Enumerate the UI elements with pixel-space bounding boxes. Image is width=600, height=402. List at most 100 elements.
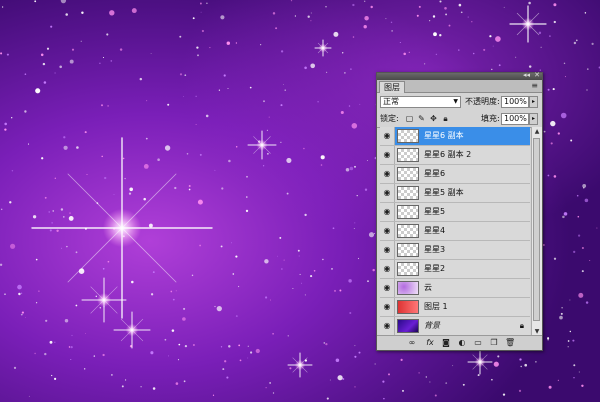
star-dot <box>174 186 177 190</box>
opacity-input[interactable]: 100% <box>501 96 529 108</box>
visibility-eye-icon[interactable]: ◉ <box>380 127 395 145</box>
star-dot <box>354 165 356 168</box>
layer-style-fx-icon[interactable]: fx <box>425 338 435 348</box>
star-dot <box>277 255 278 257</box>
visibility-eye-icon[interactable]: ◉ <box>380 317 395 335</box>
star-dot <box>179 35 182 38</box>
fill-slider-arrow-icon[interactable]: ▸ <box>529 113 538 125</box>
star-dot <box>342 52 344 54</box>
collapse-icon[interactable]: ◂◂ <box>523 71 530 80</box>
star-dot <box>483 48 486 51</box>
blend-mode-select[interactable]: 正常 ▼ <box>380 96 461 108</box>
fill-input[interactable]: 100% <box>501 113 529 125</box>
visibility-eye-icon[interactable]: ◉ <box>380 279 395 297</box>
star-dot <box>348 105 351 107</box>
star-dot <box>99 62 101 65</box>
star-dot <box>95 295 98 298</box>
star-dot <box>458 49 460 51</box>
star-dot <box>192 17 195 20</box>
star-dot <box>113 193 115 196</box>
star-dot <box>575 39 578 42</box>
layer-thumbnail <box>397 319 419 333</box>
star-dot <box>49 340 53 344</box>
lock-position-move-icon[interactable]: ✥ <box>429 114 438 123</box>
layer-row[interactable]: ◉ 星星6 <box>380 165 530 184</box>
star-dot <box>444 7 447 10</box>
star-dot <box>24 110 27 113</box>
layer-row[interactable]: ◉ 背景 🔒︎ <box>380 317 530 336</box>
star-dot <box>167 355 170 357</box>
star-dot <box>557 379 560 382</box>
layer-thumbnail <box>397 281 419 295</box>
lock-all-padlock-icon[interactable]: 🔒︎ <box>441 114 450 123</box>
star-dot <box>125 379 127 381</box>
star-dot <box>518 389 522 393</box>
star-dot <box>230 242 233 244</box>
star-dot <box>246 175 248 178</box>
star-dot <box>51 222 53 224</box>
star-dot <box>553 175 557 178</box>
delete-layer-trash-icon[interactable]: 🗑︎ <box>505 338 515 348</box>
layer-row[interactable]: ◉ 星星6 副本 <box>380 127 530 146</box>
layers-scrollbar[interactable]: ▲ ▼ <box>531 127 542 337</box>
visibility-eye-icon[interactable]: ◉ <box>380 298 395 316</box>
layer-row[interactable]: ◉ 星星5 <box>380 203 530 222</box>
opacity-slider-arrow-icon[interactable]: ▸ <box>529 96 538 108</box>
layer-row[interactable]: ◉ 星星4 <box>380 222 530 241</box>
star-dot <box>235 315 238 318</box>
visibility-eye-icon[interactable]: ◉ <box>380 241 395 259</box>
star-dot <box>385 18 387 20</box>
star-dot <box>1 6 4 8</box>
adjustment-layer-icon[interactable]: ◐ <box>457 338 467 348</box>
layer-row[interactable]: ◉ 图层 1 <box>380 298 530 317</box>
layer-name: 星星6 副本 2 <box>424 150 472 159</box>
star-dot <box>560 312 563 315</box>
panel-menu-icon[interactable]: ≡ <box>531 80 538 92</box>
layer-row[interactable]: ◉ 星星6 副本 2 <box>380 146 530 165</box>
visibility-eye-icon[interactable]: ◉ <box>380 184 395 202</box>
scrollbar-thumb[interactable] <box>533 138 540 321</box>
panel-title-bar[interactable]: ◂◂ ✕ <box>377 71 542 80</box>
layer-thumbnail <box>397 167 419 181</box>
star-dot <box>547 339 549 341</box>
star-dot <box>495 36 501 42</box>
star-dot <box>44 352 47 356</box>
star-dot <box>63 145 68 150</box>
visibility-eye-icon[interactable]: ◉ <box>380 203 395 221</box>
visibility-eye-icon[interactable]: ◉ <box>380 165 395 183</box>
layer-row[interactable]: ◉ 星星5 副本 <box>380 184 530 203</box>
lock-image-pixels-brush-icon[interactable]: ✎ <box>417 114 426 123</box>
visibility-eye-icon[interactable]: ◉ <box>380 222 395 240</box>
star-dot <box>44 196 47 199</box>
star-dot <box>266 129 268 131</box>
lock-transparent-pixels-icon[interactable]: ▢ <box>405 114 414 123</box>
scroll-up-arrow-icon[interactable]: ▲ <box>532 127 542 137</box>
star-dot <box>109 10 115 16</box>
star-dot <box>182 317 186 321</box>
link-layers-icon[interactable]: ∞ <box>407 338 417 348</box>
add-mask-icon[interactable]: ◙ <box>441 338 451 348</box>
star-dot <box>340 110 344 115</box>
new-group-folder-icon[interactable]: ▭ <box>473 338 483 348</box>
visibility-eye-icon[interactable]: ◉ <box>380 146 395 164</box>
star-dot <box>561 307 563 309</box>
new-layer-icon[interactable]: ❐ <box>489 338 499 348</box>
layer-row[interactable]: ◉ 星星2 <box>380 260 530 279</box>
star-dot <box>110 60 113 62</box>
star-dot <box>489 35 492 38</box>
layer-row[interactable]: ◉ 云 <box>380 279 530 298</box>
star-dot <box>310 275 313 278</box>
star-dot <box>93 355 96 357</box>
star-dot <box>119 48 123 51</box>
star-dot <box>356 194 358 197</box>
visibility-eye-icon[interactable]: ◉ <box>380 260 395 278</box>
star-dot <box>4 128 7 131</box>
close-icon[interactable]: ✕ <box>534 71 540 80</box>
layer-row[interactable]: ◉ 星星3 <box>380 241 530 260</box>
star-dot <box>222 368 225 371</box>
star-dot <box>235 145 238 148</box>
star-dot <box>143 163 149 169</box>
star-dot <box>164 338 167 341</box>
tab-layers[interactable]: 图层 <box>379 81 405 93</box>
star-dot <box>329 379 331 381</box>
